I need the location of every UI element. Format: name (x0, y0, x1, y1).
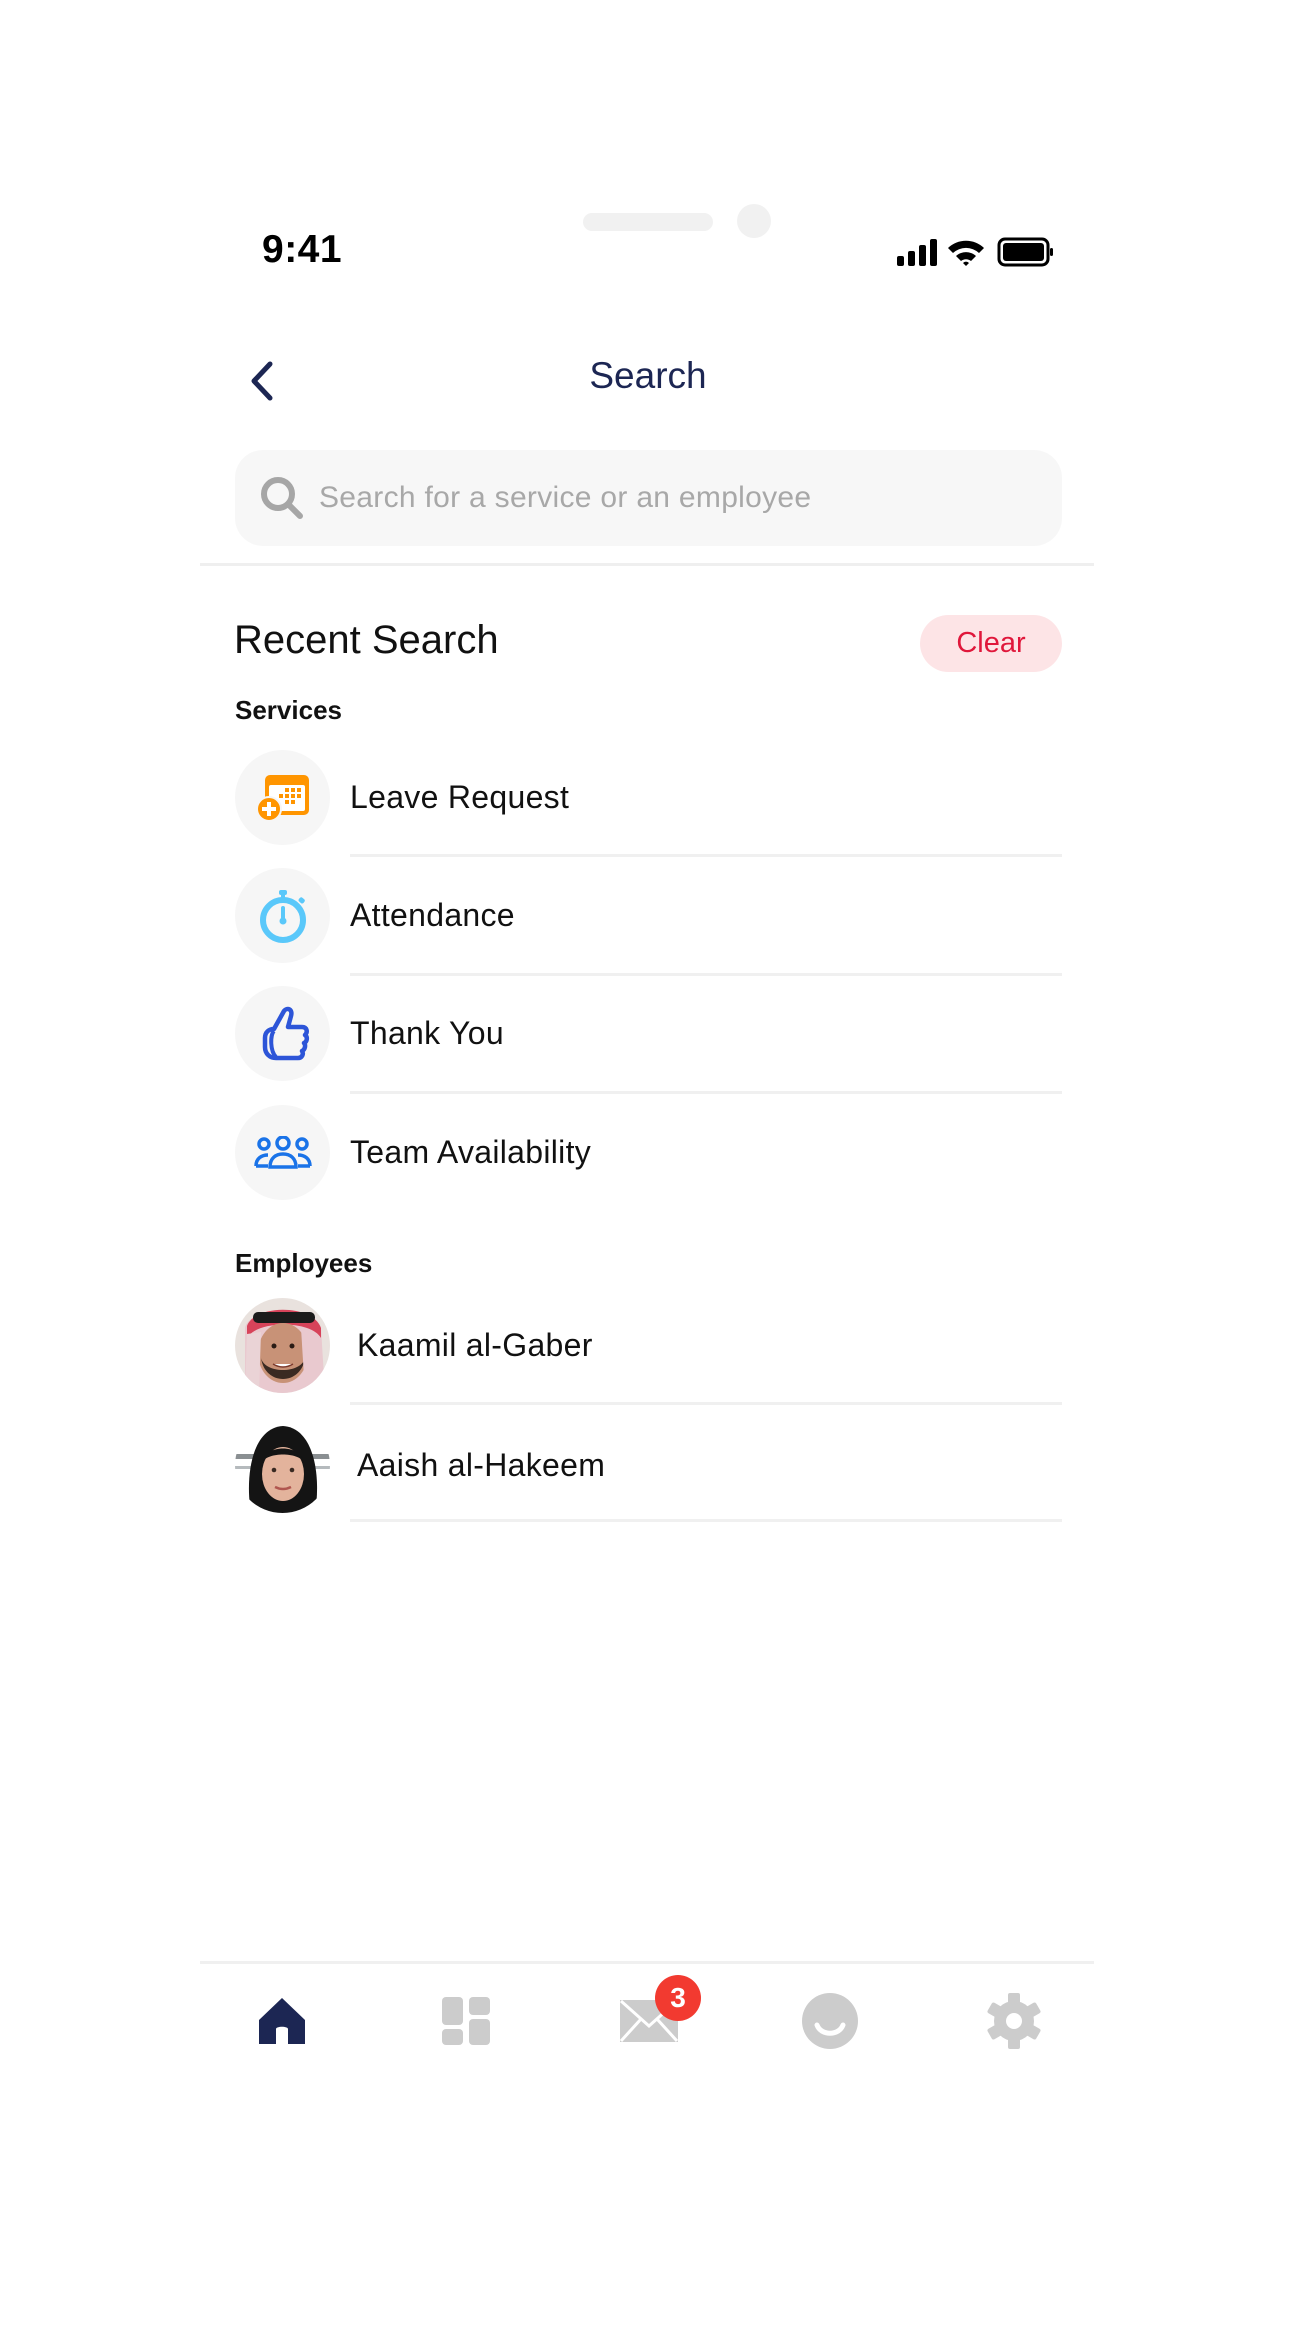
search-input[interactable] (317, 480, 1041, 516)
service-label: Thank You (350, 1015, 504, 1051)
search-icon (261, 477, 303, 519)
grid-icon (442, 1997, 490, 2045)
wifi-icon (948, 240, 984, 266)
service-row-team-availability[interactable]: Team Availability (235, 1105, 1062, 1200)
employee-name: Kaamil al-Gaber (357, 1327, 593, 1363)
row-divider (350, 1091, 1062, 1094)
front-camera (737, 204, 771, 238)
service-icon-circle (235, 750, 330, 845)
tab-dashboard[interactable] (426, 1985, 506, 2057)
employee-name: Aaish al-Hakeem (357, 1447, 606, 1483)
calendar-add-icon (255, 774, 309, 822)
avatar (235, 1298, 330, 1393)
thumbs-up-icon (262, 1006, 309, 1060)
team-icon (253, 1135, 312, 1169)
tab-profile[interactable] (790, 1985, 870, 2057)
search-field[interactable] (235, 450, 1062, 546)
tab-home[interactable] (242, 1985, 322, 2057)
service-row-attendance[interactable]: Attendance (235, 868, 1062, 976)
row-divider (350, 1402, 1062, 1405)
services-heading: Services (235, 695, 342, 725)
cellular-signal-icon (897, 239, 937, 266)
service-label: Team Availability (350, 1134, 592, 1170)
speaker-notch (583, 213, 713, 231)
page-title: Search (589, 355, 707, 396)
gear-icon (987, 1993, 1041, 2049)
smiley-icon (802, 1993, 858, 2049)
battery-icon (997, 237, 1053, 267)
tab-bar-divider (200, 1961, 1094, 1964)
service-row-leave-request[interactable]: Leave Request (235, 750, 1062, 857)
header-divider (200, 563, 1094, 566)
employees-heading: Employees (235, 1248, 373, 1278)
service-label: Leave Request (350, 779, 570, 815)
service-label: Attendance (350, 897, 515, 933)
status-time: 9:41 (262, 228, 343, 271)
service-icon-circle (235, 1105, 330, 1200)
row-divider (350, 854, 1062, 857)
messages-badge: 3 (655, 1975, 701, 2021)
home-icon (259, 1998, 305, 2044)
status-icons (897, 237, 1053, 267)
employee-row-aaish[interactable]: Aaish al-Hakeem (235, 1418, 1062, 1522)
stopwatch-icon (259, 889, 306, 943)
service-icon-circle (235, 986, 330, 1081)
clear-button[interactable]: Clear (920, 615, 1062, 672)
employee-row-kaamil[interactable]: Kaamil al-Gaber (235, 1298, 1062, 1405)
service-row-thank-you[interactable]: Thank You (235, 986, 1062, 1094)
avatar (235, 1418, 330, 1513)
service-icon-circle (235, 868, 330, 963)
row-divider (350, 1519, 1062, 1522)
recent-search-heading: Recent Search (234, 618, 499, 662)
tab-settings[interactable] (974, 1985, 1054, 2057)
row-divider (350, 973, 1062, 976)
